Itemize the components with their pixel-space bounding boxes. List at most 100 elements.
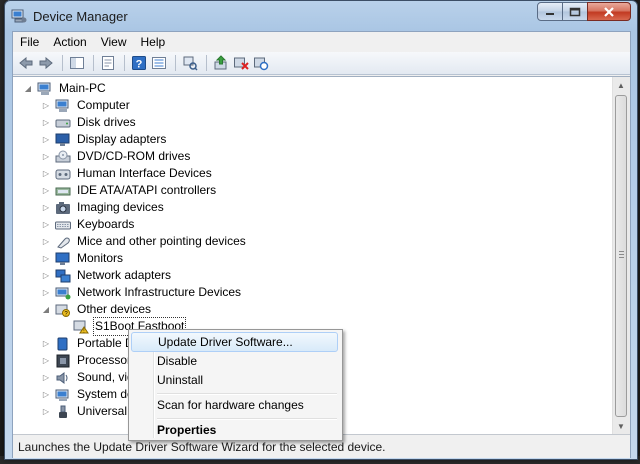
caption-buttons	[537, 2, 631, 22]
processor-icon	[55, 354, 71, 368]
view-icon	[152, 57, 166, 69]
uninstall-button[interactable]	[232, 54, 250, 72]
tree-item-disk-drives[interactable]: ▷ Disk drives	[41, 114, 138, 131]
menu-help[interactable]: Help	[134, 32, 173, 52]
expand-icon[interactable]: ▷	[41, 271, 51, 280]
computer-icon	[37, 82, 53, 96]
menu-item-scan-for-hardware-changes[interactable]: Scan for hardware changes	[131, 395, 338, 415]
portable-device-icon	[55, 337, 71, 351]
menu-view[interactable]: View	[94, 32, 134, 52]
expand-icon[interactable]: ▷	[41, 288, 51, 297]
tree-item-mice[interactable]: ▷ Mice and other pointing devices	[41, 233, 248, 250]
show-hide-console-tree-button[interactable]	[68, 54, 86, 72]
expand-icon[interactable]: ▷	[41, 169, 51, 178]
tree-label: Mice and other pointing devices	[77, 234, 246, 248]
device-manager-app-icon[interactable]	[11, 8, 27, 24]
help-button[interactable]: ?	[130, 54, 148, 72]
tree-item-sound-video[interactable]: ▷ Sound, vid	[41, 369, 136, 386]
tree-label: Imaging devices	[77, 200, 164, 214]
tree-item-system-devices[interactable]: ▷ System de	[41, 386, 136, 403]
toolbar-separator	[206, 55, 207, 71]
disk-drive-icon	[55, 116, 71, 130]
tree-item-network-adapters[interactable]: ▷ Network adapters	[41, 267, 173, 284]
computer-icon	[55, 99, 71, 113]
scan-details-button[interactable]	[181, 54, 199, 72]
tree-label: Portable D	[77, 336, 134, 350]
back-button[interactable]	[17, 54, 35, 72]
network-infrastructure-icon	[55, 286, 71, 300]
expand-icon[interactable]: ▷	[41, 186, 51, 195]
sound-icon	[55, 371, 71, 385]
expand-icon[interactable]: ▷	[41, 118, 51, 127]
properties-button[interactable]	[99, 54, 117, 72]
tree-item-keyboards[interactable]: ▷ Keyboards	[41, 216, 136, 233]
menu-item-uninstall[interactable]: Uninstall	[131, 370, 338, 390]
menu-item-disable[interactable]: Disable	[131, 351, 338, 371]
menu-item-properties[interactable]: Properties	[131, 420, 338, 440]
tree-item-dvd-cd-rom-drives[interactable]: ▷ DVD/CD-ROM drives	[41, 148, 192, 165]
tree-item-display-adapters[interactable]: ▷ Display adapters	[41, 131, 168, 148]
scroll-up-button[interactable]: ▲	[613, 77, 629, 93]
expand-icon[interactable]: ▷	[41, 220, 51, 229]
chevron-down-icon: ▼	[617, 421, 625, 431]
view-button[interactable]	[150, 54, 168, 72]
title-bar[interactable]: Device Manager	[5, 1, 637, 31]
scan-hardware-icon	[254, 57, 269, 71]
toolbar: ?	[13, 52, 630, 75]
menu-item-update-driver-software[interactable]: Update Driver Software...	[131, 332, 338, 352]
expand-icon[interactable]: ▷	[41, 203, 51, 212]
help-icon: ?	[132, 56, 146, 71]
human-interface-device-icon	[55, 167, 71, 181]
collapse-icon[interactable]: ◢	[41, 305, 51, 314]
expand-icon[interactable]: ▷	[41, 390, 51, 399]
show-hide-console-tree-icon	[70, 57, 84, 69]
menu-action[interactable]: Action	[46, 32, 93, 52]
update-driver-button[interactable]	[212, 54, 230, 72]
menu-file[interactable]: File	[13, 32, 46, 52]
properties-icon	[102, 56, 114, 70]
tree-item-computer[interactable]: ▷ Computer	[41, 97, 132, 114]
expand-icon[interactable]: ▷	[41, 254, 51, 263]
toolbar-separator	[93, 55, 94, 71]
close-button[interactable]	[587, 2, 631, 21]
view-icon	[183, 56, 198, 71]
expand-icon[interactable]: ▷	[41, 407, 51, 416]
tree-root-main-pc[interactable]: ◢ Main-PC	[23, 80, 108, 97]
tree-item-universal-serial-bus[interactable]: ▷ Universal S	[41, 403, 140, 420]
expand-icon[interactable]: ▷	[41, 339, 51, 348]
back-arrow-icon	[19, 56, 33, 70]
expand-icon[interactable]: ▷	[41, 152, 51, 161]
expand-icon[interactable]: ▷	[41, 237, 51, 246]
scrollbar-thumb[interactable]	[615, 95, 627, 417]
vertical-scrollbar[interactable]: ▲ ▼	[612, 77, 630, 435]
tree-label: Main-PC	[59, 81, 106, 95]
tree-item-other-devices[interactable]: ◢ ? Other devices	[41, 301, 153, 318]
tree-item-portable-devices[interactable]: ▷ Portable D	[41, 335, 136, 352]
tree-label: DVD/CD-ROM drives	[77, 149, 191, 163]
minimize-button[interactable]	[537, 2, 563, 21]
tree-item-ide-ata-atapi-controllers[interactable]: ▷ IDE ATA/ATAPI controllers	[41, 182, 218, 199]
forward-button[interactable]	[37, 54, 55, 72]
maximize-button[interactable]	[562, 2, 588, 21]
ide-controller-icon	[55, 184, 71, 198]
tree-label: Network adapters	[77, 268, 172, 282]
tree-label: Display adapters	[77, 132, 167, 146]
expand-icon[interactable]: ▷	[41, 101, 51, 110]
tree-item-monitors[interactable]: ▷ Monitors	[41, 250, 125, 267]
expand-icon[interactable]: ▷	[41, 373, 51, 382]
expand-icon[interactable]: ▷	[41, 135, 51, 144]
dvd-drive-icon	[55, 150, 71, 164]
scroll-down-button[interactable]: ▼	[613, 418, 629, 434]
context-menu: Update Driver Software... Disable Uninst…	[128, 329, 343, 441]
expand-icon[interactable]: ▷	[41, 356, 51, 365]
tree-item-human-interface-devices[interactable]: ▷ Human Interface Devices	[41, 165, 214, 182]
tree-label: System de	[77, 387, 134, 401]
collapse-icon[interactable]: ◢	[23, 84, 33, 93]
unknown-device-icon: ?	[55, 303, 71, 317]
toolbar-separator	[175, 55, 176, 71]
tree-item-network-infrastructure-devices[interactable]: ▷ Network Infrastructure Devices	[41, 284, 243, 301]
tree-item-processors[interactable]: ▷ Processors	[41, 352, 139, 369]
scan-hardware-button[interactable]	[252, 54, 270, 72]
tree-item-imaging-devices[interactable]: ▷ Imaging devices	[41, 199, 166, 216]
imaging-device-icon	[55, 201, 71, 215]
